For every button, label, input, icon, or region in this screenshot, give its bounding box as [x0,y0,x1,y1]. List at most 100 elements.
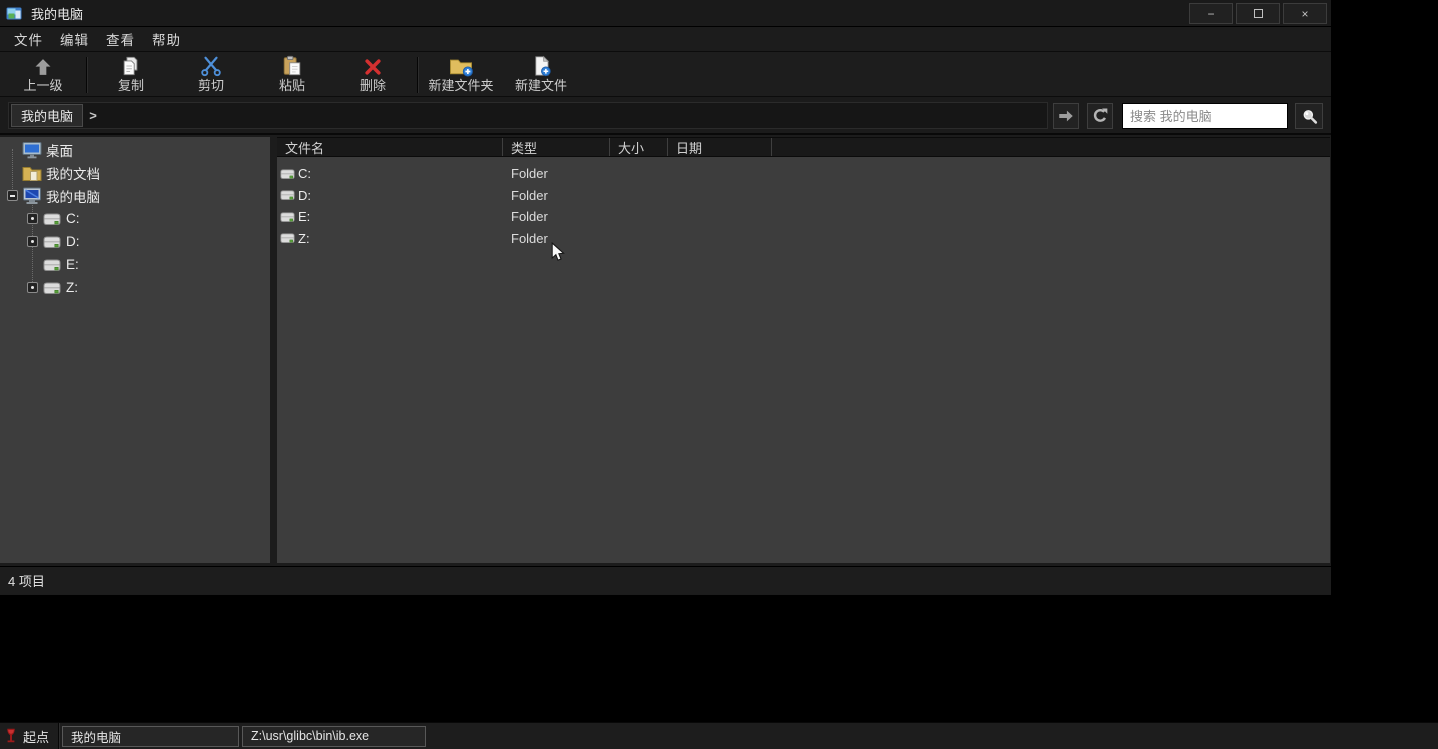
collapse-expander[interactable] [7,190,18,201]
breadcrumb[interactable]: 我的电脑 [11,104,83,127]
copy-button-label: 复制 [118,78,144,93]
paste-button-label: 粘贴 [279,78,305,93]
tree-item-drive-d[interactable]: D: [0,232,270,251]
tree-item-label: 我的电脑 [46,186,100,206]
column-header-type[interactable]: 类型 [503,138,610,156]
path-field[interactable]: 我的电脑 > [8,102,1048,129]
new-file-icon [531,55,552,77]
folder-tree-panel: 桌面 我的文档 我的电脑 C: D: [0,137,270,563]
file-rows: C: Folder D: Folder [277,163,1330,249]
toolbar: 上一级 复制 剪切 粘贴 删除 新建文件夹 [0,52,1331,97]
title-bar[interactable]: 我的电脑 − × [0,0,1331,27]
scissors-icon [200,55,222,77]
file-name-cell: C: [277,166,503,181]
delete-button[interactable]: 删除 [343,55,403,95]
taskbar-item-ib-exe[interactable]: Z:\usr\glibc\bin\ib.exe [242,726,426,747]
toolbar-separator [417,57,418,93]
app-icon [6,5,22,21]
tree-item-desktop[interactable]: 桌面 [0,140,270,159]
new-file-button[interactable]: 新建文件 [508,55,574,95]
tree-item-my-computer[interactable]: 我的电脑 [0,186,270,205]
taskbar: 起点 我的电脑 Z:\usr\glibc\bin\ib.exe [0,722,1438,749]
tree-item-label: Z: [66,280,78,295]
computer-icon [22,187,42,205]
menu-edit[interactable]: 编辑 [60,29,89,49]
up-button-label: 上一级 [23,78,62,93]
expand-expander[interactable] [27,213,38,224]
file-type: Folder [503,209,610,224]
column-header-name[interactable]: 文件名 [277,138,503,156]
tree-item-drive-e[interactable]: E: [0,255,270,274]
minus-icon [10,195,15,197]
column-header-date[interactable]: 日期 [668,138,772,156]
start-button[interactable]: 起点 [0,723,59,749]
copy-icon [120,55,142,77]
taskbar-item-my-computer[interactable]: 我的电脑 [62,726,239,747]
item-count: 4 项目 [8,571,45,590]
file-name-cell: D: [277,188,503,203]
new-folder-button[interactable]: 新建文件夹 [424,55,498,95]
up-button[interactable]: 上一级 [13,55,73,95]
close-icon: × [1301,7,1308,21]
menu-bar: 文件 编辑 查看 帮助 [0,27,1331,52]
drive-icon [42,212,62,226]
file-name-cell: Z: [277,231,503,246]
drive-icon [42,258,62,272]
file-type: Folder [503,231,610,246]
minimize-button[interactable]: − [1189,3,1233,24]
column-header-size[interactable]: 大小 [610,138,668,156]
new-folder-button-label: 新建文件夹 [428,78,493,93]
go-button[interactable] [1053,103,1079,129]
menu-help[interactable]: 帮助 [152,29,181,49]
file-type: Folder [503,166,610,181]
tree-item-documents[interactable]: 我的文档 [0,163,270,182]
new-file-button-label: 新建文件 [515,78,567,93]
drive-icon [280,189,295,201]
window-controls: − × [1189,3,1327,24]
desktop: 我的电脑 − × 文件 编辑 查看 帮助 上一级 复制 [0,0,1438,749]
file-row-c[interactable]: C: Folder [277,163,1330,185]
breadcrumb-chevron-icon[interactable]: > [85,104,101,127]
paste-button[interactable]: 粘贴 [262,55,322,95]
file-manager-window: 我的电脑 − × 文件 编辑 查看 帮助 上一级 复制 [0,0,1331,595]
tree-item-label: C: [66,211,80,226]
documents-folder-icon [22,164,42,182]
desktop-monitor-icon [22,141,42,159]
tree-item-label: 桌面 [46,140,73,160]
toolbar-separator [86,57,87,93]
file-row-e[interactable]: E: Folder [277,206,1330,228]
dot-icon [31,286,34,289]
tree-item-drive-z[interactable]: Z: [0,278,270,297]
file-row-d[interactable]: D: Folder [277,185,1330,207]
file-name-cell: E: [277,209,503,224]
status-bar: 4 项目 [0,566,1331,594]
tree-item-drive-c[interactable]: C: [0,209,270,228]
dot-icon [31,240,34,243]
expand-expander[interactable] [27,236,38,247]
search-magnifier-icon [1300,107,1319,126]
drive-icon [280,211,295,223]
window-title: 我的电脑 [31,4,83,23]
list-header: 文件名 类型 大小 日期 [277,137,1330,157]
search-input[interactable] [1122,103,1288,129]
file-name: Z: [298,231,310,246]
copy-button[interactable]: 复制 [101,55,161,95]
drive-icon [280,168,295,180]
file-name: E: [298,209,310,224]
close-button[interactable]: × [1283,3,1327,24]
expand-expander[interactable] [27,282,38,293]
search-button[interactable] [1295,103,1323,129]
wine-glass-icon [5,728,17,744]
up-arrow-icon [33,55,53,77]
file-row-z[interactable]: Z: Folder [277,228,1330,250]
delete-x-icon [363,55,383,77]
file-type: Folder [503,188,610,203]
address-bar: 我的电脑 > [0,97,1331,135]
cut-button[interactable]: 剪切 [181,55,241,95]
menu-view[interactable]: 查看 [106,29,135,49]
maximize-button[interactable] [1236,3,1280,24]
cut-button-label: 剪切 [198,78,224,93]
refresh-button[interactable] [1087,103,1113,129]
file-name: C: [298,166,311,181]
menu-file[interactable]: 文件 [14,29,43,49]
